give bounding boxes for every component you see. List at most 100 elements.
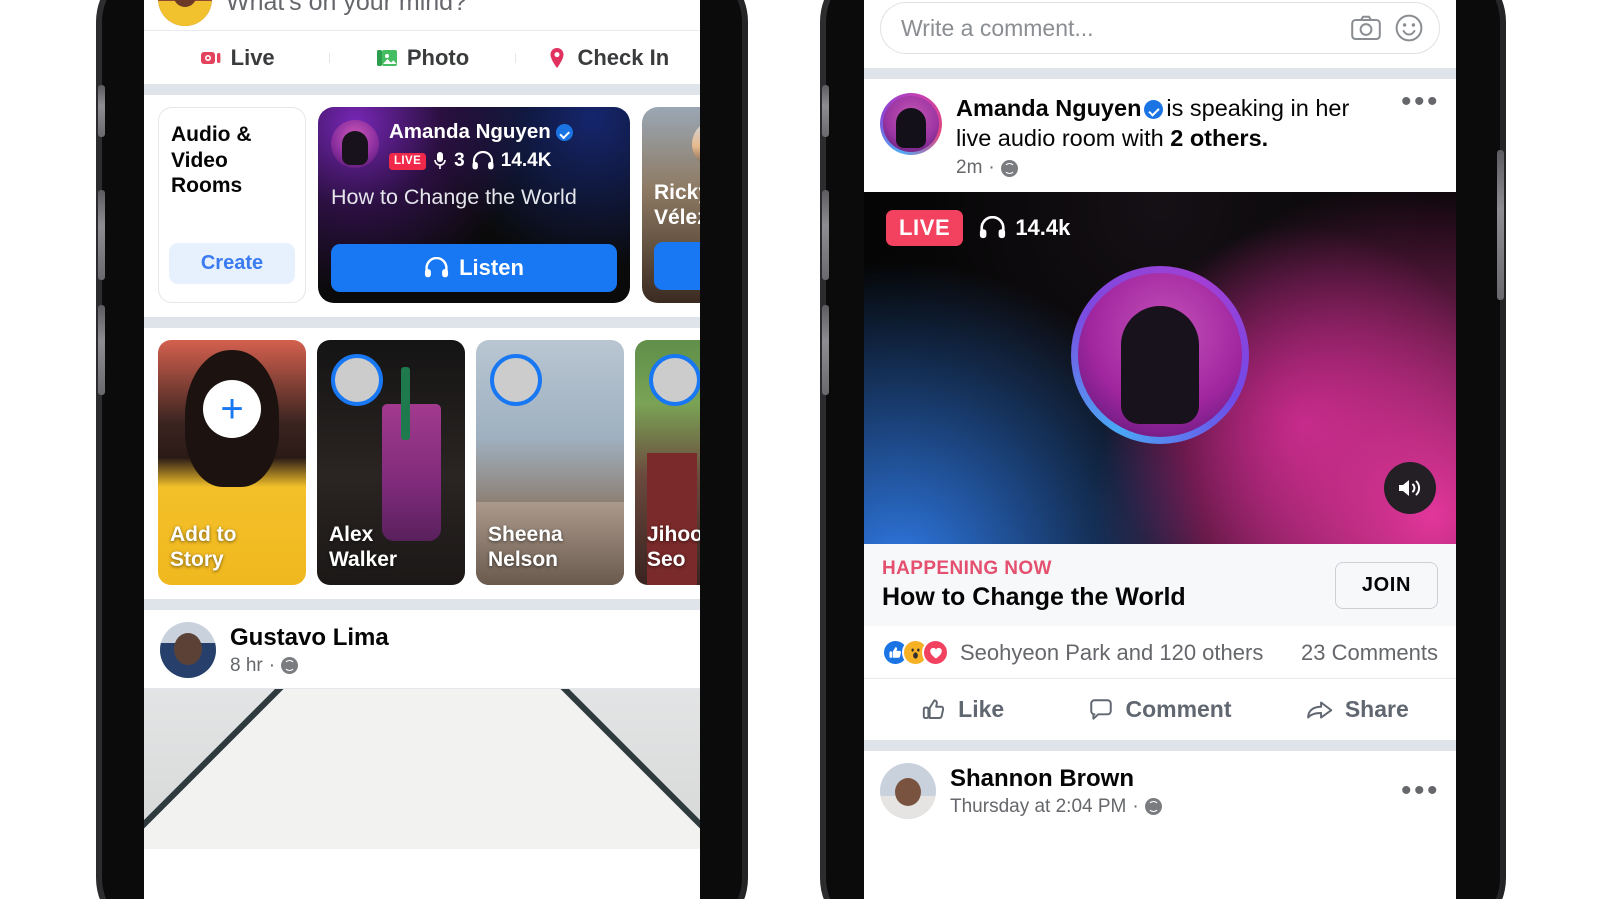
share-label: Share: [1344, 696, 1409, 723]
story-thumbnail: [382, 403, 442, 541]
story-card[interactable]: Alex Walker: [317, 340, 465, 585]
comment-input-field[interactable]: Write a comment...: [880, 2, 1440, 54]
story-label-line1: Jihoon: [647, 523, 700, 547]
next-room-name: Ricky Vélez: [654, 180, 700, 230]
live-post-header[interactable]: Amanda Nguyen is speaking in her live aud…: [864, 79, 1456, 193]
like-button[interactable]: Like: [864, 696, 1061, 723]
globe-icon: [1000, 159, 1018, 177]
volume-down-button[interactable]: [98, 305, 105, 395]
story-label-line2: Story: [170, 548, 224, 572]
story-label: Sheena Nelson: [488, 523, 616, 573]
comment-field-icons: [1351, 14, 1423, 42]
comment-bubble-icon: [1090, 698, 1113, 720]
more-options-icon[interactable]: •••: [1401, 86, 1440, 179]
join-button[interactable]: JOIN: [1334, 561, 1438, 609]
avatar[interactable]: [880, 93, 942, 155]
comment-bar: Write a comment...: [864, 0, 1456, 68]
next-post-time: Thursday at 2:04 PM: [950, 795, 1127, 817]
left-phone-screen: What's on your mind? Live Photo Check In…: [144, 0, 700, 899]
comment-button[interactable]: Comment: [1061, 696, 1258, 723]
create-room-card[interactable]: Audio & Video Rooms Create: [158, 107, 306, 303]
next-post-author-name[interactable]: Shannon Brown: [950, 765, 1162, 793]
audio-video-rooms-tray[interactable]: Audio & Video Rooms Create Amanda Nguyen: [144, 95, 700, 317]
thumbs-up-icon: [922, 699, 945, 719]
story-label-line2: Seo: [647, 548, 686, 572]
create-room-button[interactable]: Create: [169, 243, 295, 284]
speaker-volume-button[interactable]: [1384, 462, 1436, 515]
right-phone-screen: Write a comment... Amanda Nguyen is spea…: [864, 0, 1456, 899]
create-room-title: Audio & Video Rooms: [171, 122, 293, 199]
story-label-line2: Walker: [329, 548, 398, 572]
live-post-metadata: 2m ·: [956, 157, 1386, 179]
live-stage-badges: LIVE 14.4k: [886, 210, 1070, 247]
volume-up-button[interactable]: [98, 190, 105, 280]
stories-tray[interactable]: + Add to Story Alex Walker Sheena Nelson…: [144, 328, 700, 599]
listener-count: 14.4K: [500, 150, 552, 171]
story-label: Alex Walker: [329, 523, 457, 573]
add-story-plus-icon[interactable]: +: [203, 380, 261, 438]
emoji-smiley-icon[interactable]: [1395, 14, 1423, 42]
live-post-author[interactable]: Amanda Nguyen: [956, 95, 1141, 121]
headphones-icon: [425, 257, 449, 278]
power-button[interactable]: [1497, 150, 1504, 300]
live-post-text-block: Amanda Nguyen is speaking in her live aud…: [956, 93, 1386, 179]
facebook-post-detail: Write a comment... Amanda Nguyen is spea…: [864, 0, 1456, 899]
section-divider: [864, 68, 1456, 79]
story-author-avatar: [331, 354, 383, 406]
engagement-action-bar: Like Comment Share: [864, 678, 1456, 741]
share-button[interactable]: Share: [1259, 696, 1456, 723]
live-room-topic: How to Change the World: [331, 185, 577, 209]
live-post-others: 2 others.: [1170, 125, 1269, 152]
headphones-icon: [472, 151, 494, 170]
listen-button[interactable]: Listen: [331, 244, 617, 292]
live-video-label: Live: [230, 44, 275, 70]
next-room-card[interactable]: Ricky Vélez: [642, 107, 700, 303]
next-post-header[interactable]: Shannon Brown Thursday at 2:04 PM · •••: [864, 751, 1456, 830]
story-label-line2: Nelson: [488, 548, 559, 572]
location-pin-icon: [550, 47, 564, 68]
globe-icon: [281, 657, 299, 674]
post-image[interactable]: [144, 689, 700, 849]
live-audio-stage[interactable]: LIVE 14.4k: [864, 192, 1456, 545]
microphone-icon: [434, 152, 446, 169]
post-header[interactable]: Gustavo Lima 8 hr ·: [144, 610, 700, 688]
live-badge: LIVE: [389, 152, 427, 170]
post-time: 8 hr: [230, 654, 263, 676]
speaker-avatar[interactable]: [1071, 266, 1249, 445]
live-room-stats: LIVE 3 14.4K: [389, 150, 573, 172]
reaction-summary-text[interactable]: Seohyeon Park and 120 others: [960, 640, 1263, 666]
screenshot-stage: What's on your mind? Live Photo Check In…: [0, 0, 1600, 899]
comment-count[interactable]: 23 Comments: [1301, 640, 1438, 666]
add-to-story-card[interactable]: + Add to Story: [158, 340, 306, 585]
metadata-separator: ·: [268, 654, 276, 676]
verified-badge-icon: [1144, 100, 1164, 119]
next-post-author-block: Shannon Brown Thursday at 2:04 PM ·: [950, 765, 1162, 818]
reaction-icons[interactable]: [882, 639, 949, 667]
live-video-button[interactable]: Live: [144, 45, 329, 71]
verified-badge-icon: [555, 123, 573, 141]
silent-switch[interactable]: [822, 85, 829, 137]
volume-up-button[interactable]: [822, 190, 829, 280]
story-card[interactable]: Jihoon Seo: [635, 340, 700, 585]
volume-down-button[interactable]: [822, 305, 829, 395]
check-in-button[interactable]: Check In: [514, 45, 700, 71]
status-composer[interactable]: What's on your mind?: [144, 0, 700, 30]
more-options-icon[interactable]: •••: [1401, 776, 1440, 806]
live-badge: LIVE: [886, 210, 964, 247]
avatar[interactable]: [880, 763, 936, 820]
section-divider: [144, 317, 700, 328]
next-room-cta-button[interactable]: [654, 242, 700, 290]
metadata-separator: ·: [988, 157, 995, 179]
happening-now-bar: HAPPENING NOW How to Change the World JO…: [864, 544, 1456, 627]
camera-icon[interactable]: [1351, 15, 1381, 41]
avatar[interactable]: [160, 622, 216, 678]
live-audio-room-card[interactable]: Amanda Nguyen LIVE 3 14.4K How to Change…: [318, 107, 630, 303]
story-author-avatar: [490, 354, 542, 406]
silent-switch[interactable]: [98, 85, 105, 137]
story-card[interactable]: Sheena Nelson: [476, 340, 624, 585]
host-name-row: Amanda Nguyen: [389, 120, 573, 144]
post-author-name[interactable]: Gustavo Lima: [230, 624, 389, 652]
headphones-icon: [980, 216, 1006, 239]
photo-shape-roof: [144, 689, 700, 849]
photo-button[interactable]: Photo: [329, 45, 514, 71]
